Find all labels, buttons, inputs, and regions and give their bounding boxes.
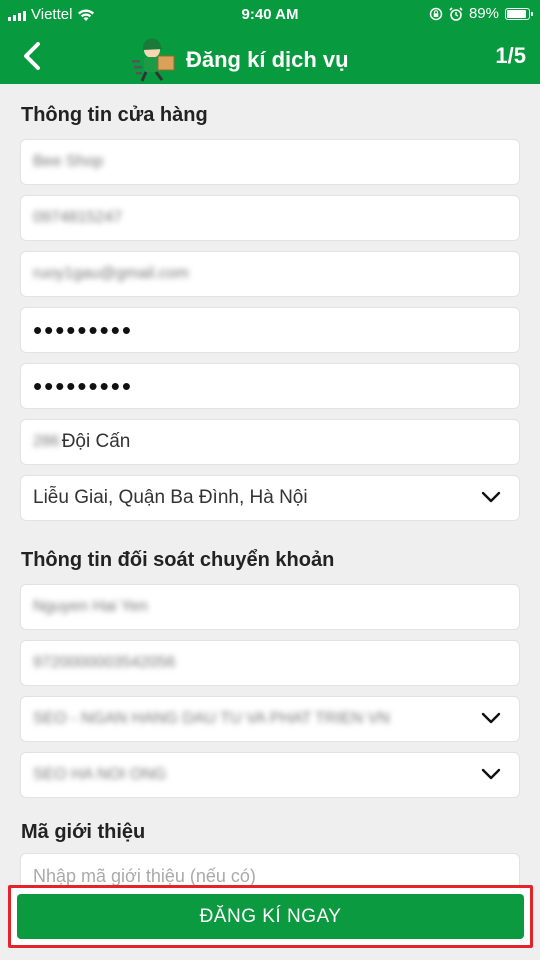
confirm-password-value: ••••••••• <box>33 370 133 401</box>
account-number-value: 9720000003542056 <box>33 654 176 671</box>
email-value: ruoy1gau@gmail.com <box>33 265 189 282</box>
account-name-field[interactable]: Nguyen Hai Yen <box>20 584 520 630</box>
step-indicator: 1/5 <box>495 43 526 68</box>
phone-field[interactable]: 0974815247 <box>20 195 520 241</box>
referral-placeholder: Nhập mã giới thiệu (nếu có) <box>33 865 256 886</box>
address-number: 286 <box>33 433 60 450</box>
submit-highlight-frame: ĐĂNG KÍ NGAY <box>8 885 533 948</box>
branch-value: SEO HA NOI ONG <box>33 766 167 783</box>
delivery-man-icon <box>132 38 175 82</box>
phone-value: 0974815247 <box>33 209 122 226</box>
email-field[interactable]: ruoy1gau@gmail.com <box>20 251 520 297</box>
referral-section-title: Mã giới thiệu <box>21 821 146 843</box>
password-value: ••••••••• <box>33 314 133 345</box>
chevron-down-icon <box>481 712 501 724</box>
chevron-down-icon <box>481 491 501 503</box>
password-field[interactable]: ••••••••• <box>20 307 520 353</box>
address-street: Đội Cấn <box>61 431 131 452</box>
registration-form: Thông tin cửa hàng Bee Shop 0974815247 r… <box>0 84 540 960</box>
area-value: Liễu Giai, Quận Ba Đình, Hà Nội <box>33 487 308 508</box>
shop-name-field[interactable]: Bee Shop <box>20 139 520 185</box>
battery-percent: 89% <box>468 5 499 22</box>
register-now-button[interactable]: ĐĂNG KÍ NGAY <box>17 894 524 939</box>
shop-section-title: Thông tin cửa hàng <box>21 104 208 126</box>
chevron-left-icon <box>24 42 40 70</box>
app-header: Viettel 9:40 AM 89% Đăng kí dịch vụ 1/5 <box>0 0 540 84</box>
account-number-field[interactable]: 9720000003542056 <box>20 640 520 686</box>
page-title: Đăng kí dịch vụ <box>186 47 349 72</box>
shop-name-value: Bee Shop <box>33 153 104 170</box>
account-name-value: Nguyen Hai Yen <box>33 598 148 615</box>
branch-select[interactable]: SEO HA NOI ONG <box>20 752 520 798</box>
screen-lock-icon <box>429 7 443 20</box>
alarm-icon <box>449 6 463 21</box>
bank-section-title: Thông tin đối soát chuyển khoản <box>21 549 335 571</box>
confirm-password-field[interactable]: ••••••••• <box>20 363 520 409</box>
area-select[interactable]: Liễu Giai, Quận Ba Đình, Hà Nội <box>20 475 520 521</box>
status-bar: Viettel 9:40 AM 89% <box>0 0 540 30</box>
nav-bar: Đăng kí dịch vụ 1/5 <box>0 30 540 84</box>
chevron-down-icon <box>481 768 501 780</box>
bank-select[interactable]: SEO - NGAN HANG DAU TU VA PHAT TRIEN VN <box>20 696 520 742</box>
battery-icon <box>505 7 533 20</box>
back-button[interactable] <box>14 36 50 76</box>
address-field[interactable]: 286 Đội Cấn <box>20 419 520 465</box>
bank-value: SEO - NGAN HANG DAU TU VA PHAT TRIEN VN <box>33 710 390 727</box>
